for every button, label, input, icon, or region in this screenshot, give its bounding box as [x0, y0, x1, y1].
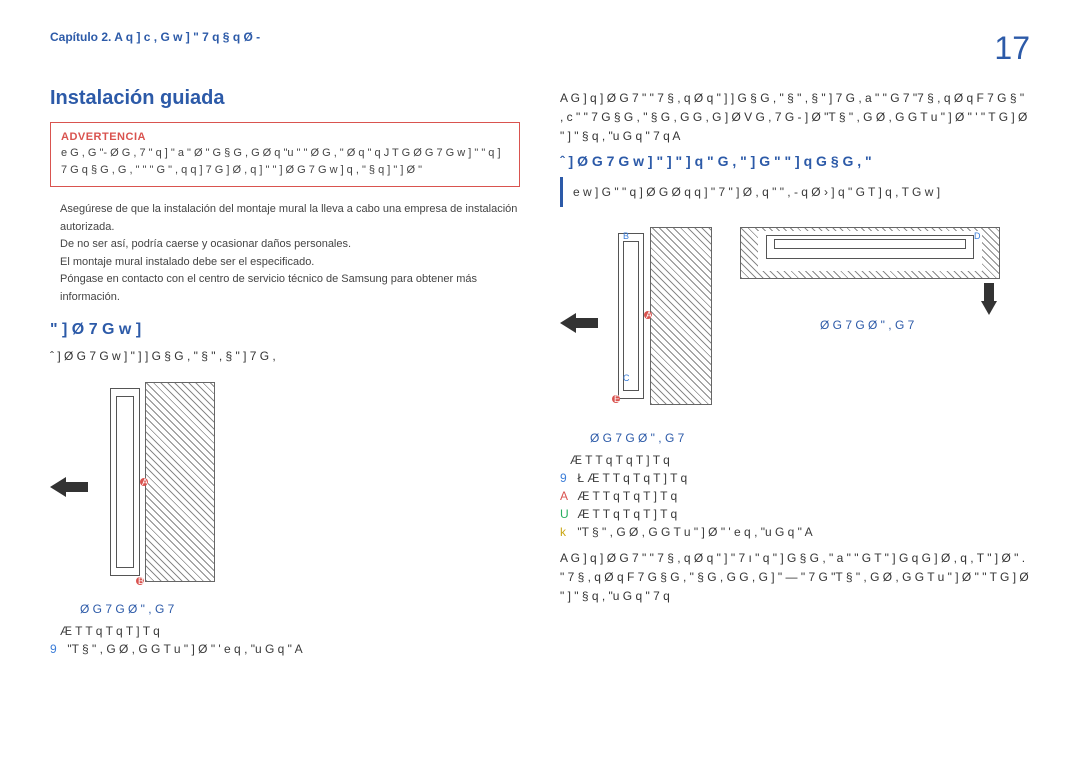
- right-column: A G ] q ] Ø G 7 " " 7 § , q Ø q " ] ] G …: [560, 87, 1030, 658]
- subheading-body: ˆ ] Ø G 7 G w ] " ] ] G § G , " § " , § …: [50, 347, 520, 366]
- legend-9-2: 9 Ł Æ T T q T q T ] T q: [560, 469, 1030, 487]
- breadcrumb: Capítulo 2. A q ] c , G w ] " 7 q § q Ø …: [50, 30, 260, 44]
- caption-top-right: Ø G 7 G Ø " , G 7: [820, 318, 914, 332]
- note-bar: e w ] G " " q ] Ø G Ø q q ] " 7 " ] Ø , …: [560, 177, 1030, 207]
- info-line: De no ser así, podría caerse y ocasionar…: [60, 236, 520, 254]
- legend-pm2: Æ T T q T q T ] T q: [560, 451, 1030, 469]
- arrow-left-icon: [560, 313, 576, 333]
- page-number: 17: [994, 30, 1030, 67]
- content-columns: Instalación guiada ADVERTENCIA e G , G "…: [50, 87, 1030, 658]
- panel-inner: [116, 396, 134, 568]
- right-para1: A G ] q ] Ø G 7 " " 7 § , q Ø q " ] ] G …: [560, 89, 1030, 147]
- arrow-down-icon: [981, 301, 997, 315]
- marker-c: C: [623, 373, 630, 383]
- arrow-left-icon: [50, 477, 66, 497]
- warning-box: ADVERTENCIA e G , G "- Ø G , 7 " q ] " a…: [50, 122, 520, 187]
- warning-label: ADVERTENCIA: [61, 131, 509, 143]
- diagram-combined: B D A C E Ø G 7 G Ø " , G 7: [560, 223, 1020, 423]
- diagram-caption-left: Ø G 7 G Ø " , G 7: [80, 602, 520, 616]
- subheading-ventilation: " ] Ø 7 G w ]: [50, 321, 520, 339]
- diagram-wall-vertical: A B: [50, 382, 330, 594]
- panel-top-inner: [774, 239, 966, 249]
- info-paragraphs: Asegúrese de que la instalación del mont…: [60, 201, 520, 307]
- arrow-down-shaft: [984, 283, 994, 301]
- diagram-caption-right: Ø G 7 G Ø " , G 7: [590, 431, 1030, 445]
- header-row: Capítulo 2. A q ] c , G w ] " 7 q § q Ø …: [50, 30, 1030, 67]
- legend-pm: Æ T T q T q T ] T q: [50, 622, 520, 640]
- legend-9: 9 "T § " , G Ø , G G T u " ] Ø " ' e q ,…: [50, 640, 520, 658]
- marker-d: D: [974, 231, 981, 241]
- hatched-wall: [145, 382, 215, 582]
- info-line: El montaje mural instalado debe ser el e…: [60, 254, 520, 272]
- hatched-wall-vert: [650, 227, 712, 405]
- marker-a2: A: [646, 310, 652, 320]
- arrow-shaft: [576, 318, 598, 328]
- right-para2: A G ] q ] Ø G 7 " " 7 § , q Ø q " ] " 7 …: [560, 549, 1030, 607]
- info-line: Asegúrese de que la instalación del mont…: [60, 201, 520, 236]
- left-column: Instalación guiada ADVERTENCIA e G , G "…: [50, 87, 520, 658]
- info-line: Póngase en contacto con el centro de ser…: [60, 271, 520, 306]
- legend-k: k "T § " , G Ø , G G T u " ] Ø " ' e q ,…: [560, 523, 1030, 541]
- arrow-shaft: [66, 482, 88, 492]
- page-title: Instalación guiada: [50, 87, 520, 110]
- legend-A: A Æ T T q T q T ] T q: [560, 487, 1030, 505]
- subheading-2: ˆ ] Ø G 7 G w ] " ] " ] q " G , " ] G " …: [560, 153, 1030, 169]
- marker-a-label: A: [142, 477, 148, 487]
- legend-U: U Æ T T q T q T ] T q: [560, 505, 1030, 523]
- marker-b: B: [623, 231, 629, 241]
- panel-inner-2: [623, 241, 639, 391]
- marker-e: E: [614, 394, 620, 404]
- marker-b-label: B: [138, 576, 144, 586]
- warning-body: e G , G "- Ø G , 7 " q ] " a " Ø " G § G…: [61, 145, 509, 178]
